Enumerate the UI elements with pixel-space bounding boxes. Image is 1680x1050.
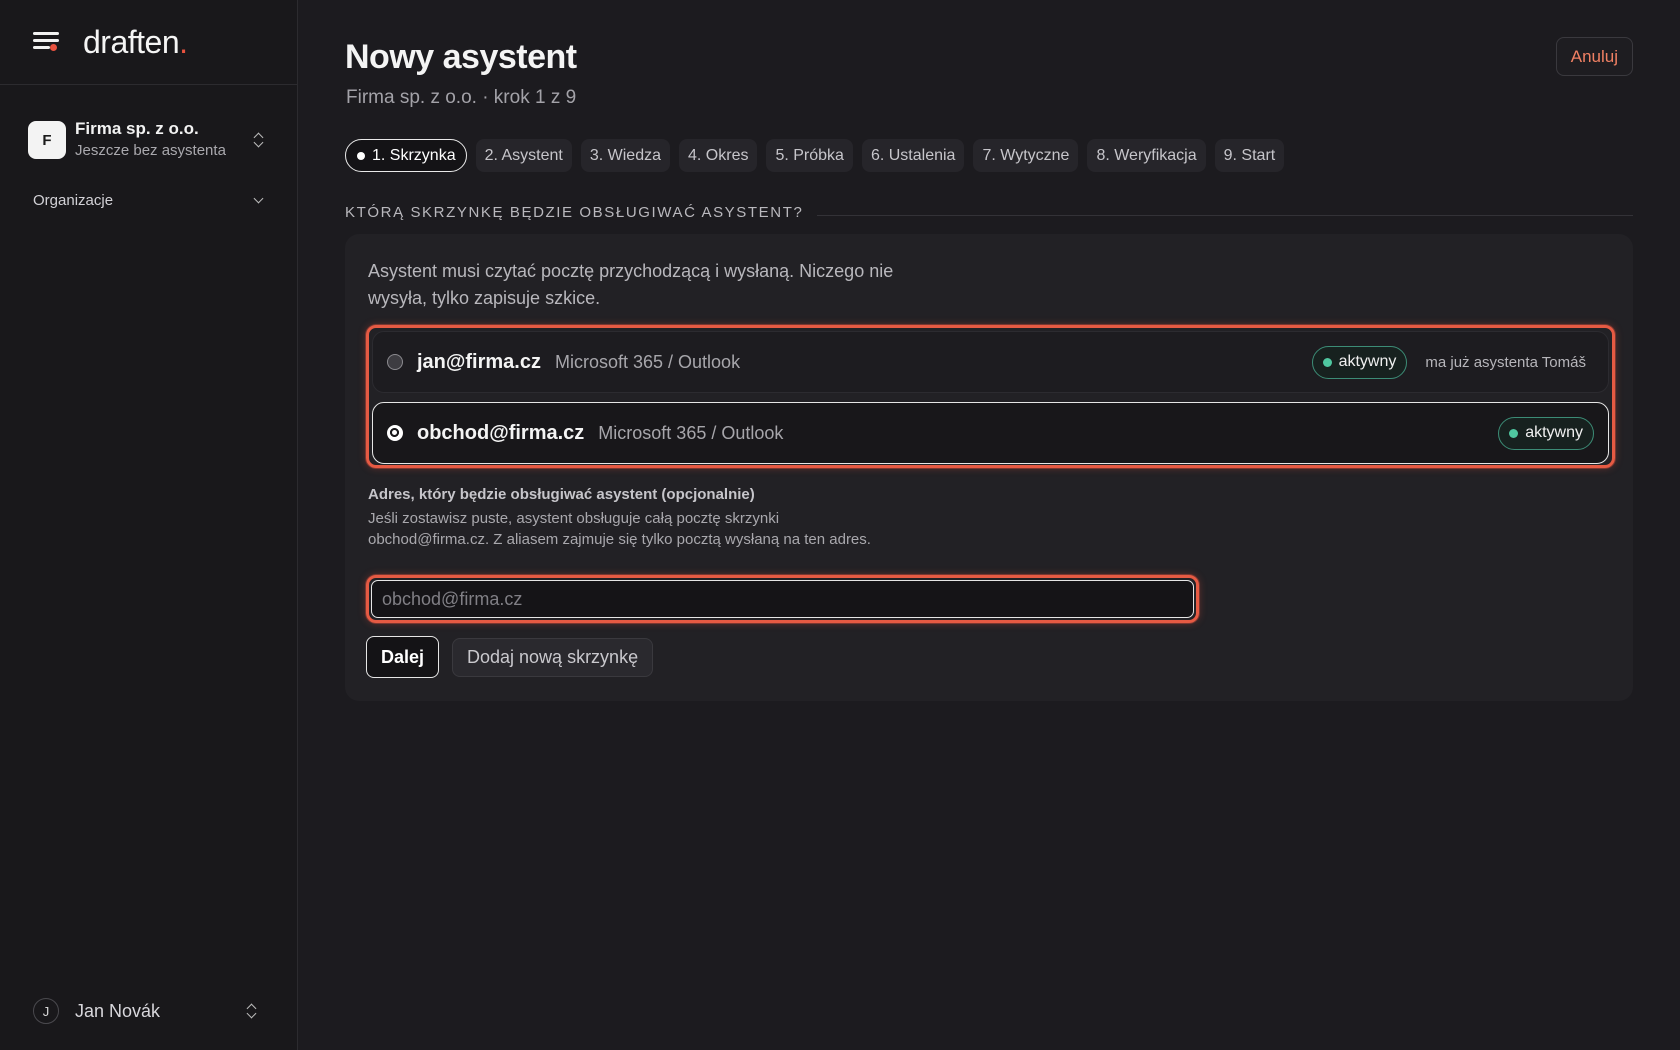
step-7-guidelines[interactable]: 7. Wytyczne — [973, 139, 1079, 172]
organizations-section-toggle[interactable]: Organizacje — [0, 192, 297, 209]
alias-field-wrapper — [366, 575, 1199, 623]
section-heading: KTÓRĄ SKRZYNKĘ BĘDZIE OBSŁUGIWAĆ ASYSTEN… — [345, 204, 1633, 221]
avatar: J — [33, 998, 59, 1024]
step-5-sample[interactable]: 5. Próbka — [766, 139, 853, 172]
org-avatar: F — [28, 121, 66, 159]
mailbox-note: ma już asystenta Tomáš — [1425, 353, 1586, 371]
organizations-label: Organizacje — [33, 192, 114, 209]
status-badge: aktywny — [1498, 416, 1594, 450]
mailbox-option-obchod[interactable]: obchod@firma.cz Microsoft 365 / Outlook … — [372, 402, 1609, 464]
step-6-settings[interactable]: 6. Ustalenia — [861, 139, 965, 172]
step-4-period[interactable]: 4. Okres — [679, 139, 758, 172]
page-title: Nowy asystent — [345, 38, 577, 76]
status-dot-icon — [1322, 357, 1332, 367]
step-label: 1. Skrzynka — [372, 146, 456, 164]
chevron-down-icon — [253, 193, 264, 204]
mailbox-address: obchod@firma.cz — [417, 421, 585, 444]
step-9-start[interactable]: 9. Start — [1214, 139, 1285, 172]
cancel-button[interactable]: Anuluj — [1555, 37, 1633, 76]
org-name: Firma sp. z o.o. — [75, 119, 199, 138]
user-name: Jan Novák — [75, 1000, 161, 1021]
alias-input[interactable] — [371, 580, 1194, 618]
org-status: Jeszcze bez asystenta — [75, 142, 226, 159]
mailbox-option-jan[interactable]: jan@firma.cz Microsoft 365 / Outlook akt… — [372, 331, 1609, 393]
mailbox-options: jan@firma.cz Microsoft 365 / Outlook akt… — [366, 325, 1615, 468]
next-button[interactable]: Dalej — [366, 636, 440, 678]
mailbox-provider: Microsoft 365 / Outlook — [554, 351, 741, 372]
card-description: Asystent musi czytać pocztę przychodzącą… — [368, 261, 894, 308]
step-8-verification[interactable]: 8. Weryfikacja — [1087, 139, 1206, 172]
user-menu[interactable]: J Jan Novák — [33, 998, 262, 1024]
chevron-updown-icon — [246, 1002, 258, 1020]
org-switcher[interactable]: F Firma sp. z o.o. Jeszcze bez asystenta — [0, 118, 297, 162]
step-1-mailbox[interactable]: 1. Skrzynka — [345, 139, 467, 172]
step-2-assistant[interactable]: 2. Asystent — [475, 139, 572, 172]
divider — [817, 215, 1633, 216]
alias-label: Adres, który będzie obsługiwać asystent … — [368, 486, 755, 503]
radio-button-selected[interactable] — [387, 425, 403, 441]
sidebar: draften. F Firma sp. z o.o. Jeszcze bez … — [0, 0, 298, 1050]
mailbox-provider: Microsoft 365 / Outlook — [598, 422, 784, 443]
radio-button[interactable] — [387, 354, 403, 370]
status-dot-icon — [1509, 428, 1519, 438]
logo: draften. — [83, 23, 188, 60]
mailbox-address: jan@firma.cz — [417, 350, 541, 373]
active-dot-icon — [357, 151, 365, 160]
status-badge: aktywny — [1311, 345, 1408, 379]
wizard-steps: 1. Skrzynka 2. Asystent 3. Wiedza 4. Okr… — [345, 139, 1285, 172]
status-label: aktywny — [1338, 353, 1397, 370]
chevron-updown-icon — [253, 131, 265, 149]
main-content: Nowy asystent Firma sp. z o.o. · krok 1 … — [298, 0, 1680, 1050]
status-label: aktywny — [1525, 424, 1583, 441]
add-mailbox-button[interactable]: Dodaj nową skrzynkę — [452, 638, 654, 677]
menu-icon[interactable] — [33, 31, 59, 53]
mailbox-card: Asystent musi czytać pocztę przychodzącą… — [345, 234, 1633, 701]
alias-help-text: Jeśli zostawisz puste, asystent obsługuj… — [368, 510, 871, 548]
page-subtitle: Firma sp. z o.o. · krok 1 z 9 — [346, 87, 577, 108]
brand-bar: draften. — [0, 0, 297, 85]
step-3-knowledge[interactable]: 3. Wiedza — [580, 139, 670, 172]
section-heading-text: KTÓRĄ SKRZYNKĘ BĘDZIE OBSŁUGIWAĆ ASYSTEN… — [345, 204, 804, 221]
